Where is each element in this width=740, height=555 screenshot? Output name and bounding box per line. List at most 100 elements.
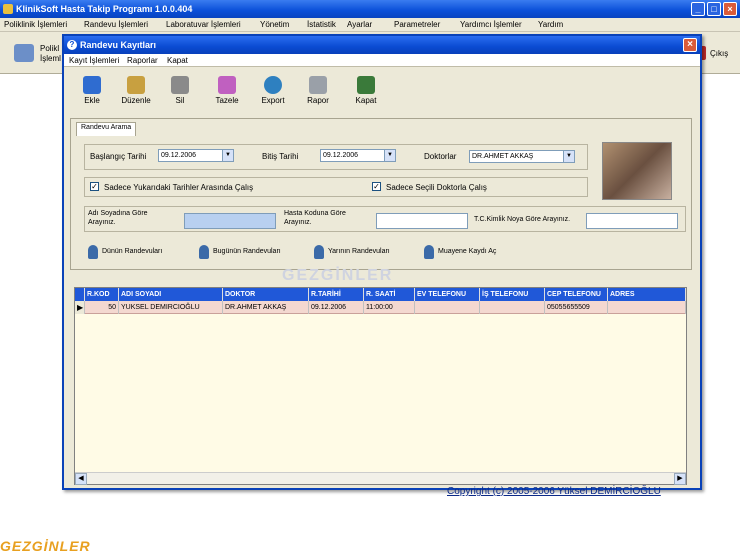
menu-raporlar[interactable]: Raporlar [127,56,158,65]
row-pointer-icon: ▶ [75,301,85,314]
col-doktor[interactable]: DOKTOR [223,288,309,301]
cell-rtarihi: 09.12.2006 [309,301,364,314]
refresh-icon [218,76,236,94]
menu-laboratuvar[interactable]: Laboratuvar İşlemleri [166,20,241,29]
cell-rkod: 50 [85,301,119,314]
name-search-input[interactable] [184,213,276,229]
person-icon [424,245,434,259]
start-date-label: Başlangıç Tarihi [90,152,147,161]
col-rtarihi[interactable]: R.TARİHİ [309,288,364,301]
toolbar-poliklinik-label-2[interactable]: İşleml [40,54,61,63]
toolbar-tazele-button[interactable]: Tazele [207,76,247,105]
close-button[interactable]: × [723,2,737,16]
cell-adi-soyadi: YUKSEL DEMIRCIOĞLU [119,301,223,314]
patient-code-input[interactable] [376,213,468,229]
yesterday-appointments-label: Dünün Randevuları [102,248,163,255]
tc-search-input[interactable] [586,213,678,229]
cell-rsaati: 11:00:00 [364,301,415,314]
chevron-down-icon: ▼ [563,151,574,162]
menu-kapat[interactable]: Kapat [167,56,188,65]
doctors-label: Doktorlar [424,152,457,161]
col-rkod[interactable]: R.KOD [85,288,119,301]
end-date-field[interactable]: 09.12.2006 ▼ [320,149,396,162]
toolbar-kapat-label: Kapat [355,96,377,105]
person-icon [199,245,209,259]
row-indicator-header [75,288,85,301]
menu-poliklinik[interactable]: Poliklinik İşlemleri [4,20,67,29]
dates-only-label: Sadece Yukarıdaki Tarihler Arasında Çalı… [104,183,254,192]
toolbar-export-button[interactable]: Export [253,76,293,105]
col-rsaati[interactable]: R. SAATİ [364,288,415,301]
search-name-label: Adı Soyadına Göre [88,210,148,217]
cell-ev-telefonu [415,301,480,314]
dialog-close-button[interactable]: × [683,38,697,52]
watermark-center: GEZGİNLER [282,267,394,284]
cell-doktor: DR.AHMET AKKAŞ [223,301,309,314]
col-cep-telefonu[interactable]: CEP TELEFONU [545,288,608,301]
menu-ayarlar[interactable]: Ayarlar [347,20,372,29]
toolbar-sil-button[interactable]: Sil [160,76,200,105]
toolbar-export-label: Export [261,96,285,105]
toolbar-duzenle-label: Düzenle [121,96,151,105]
exit-button[interactable]: Çıkış [710,49,728,58]
search-name-label-2: Arayınız. [88,219,116,226]
app-logo-icon [3,4,13,14]
cell-is-telefonu [480,301,545,314]
scroll-right-icon[interactable]: ▶ [674,473,686,485]
toolbar-ekle-label: Ekle [84,96,100,105]
end-date-label: Bitiş Tarihi [262,152,299,161]
app-menu-bar: Poliklinik İşlemleri Randevu İşlemleri L… [0,18,740,32]
scroll-left-icon[interactable]: ◀ [75,473,87,485]
doctor-only-checkbox[interactable]: ✓ [372,182,381,191]
doctor-only-label: Sadece Seçili Doktorla Çalış [386,183,487,192]
cell-adres [608,301,686,314]
dates-only-checkbox[interactable]: ✓ [90,182,99,191]
table-row[interactable]: ▶ 50 YUKSEL DEMIRCIOĞLU DR.AHMET AKKAŞ 0… [75,301,686,314]
toolbar-poliklinik-label[interactable]: Polikl [40,44,59,53]
toolbar-duzenle-button[interactable]: Düzenle [116,76,156,105]
app-title-bar: KlinikSoft Hasta Takip Programı 1.0.0.40… [0,0,740,18]
col-is-telefonu[interactable]: İŞ TELEFONU [480,288,545,301]
menu-yonetim[interactable]: Yönetim [260,20,289,29]
search-code-label: Hasta Koduna Göre [284,210,346,217]
col-adres[interactable]: ADRES [608,288,686,301]
chevron-down-icon: ▼ [384,150,395,161]
menu-randevu[interactable]: Randevu İşlemleri [84,20,148,29]
horizontal-scrollbar[interactable]: ◀ ▶ [75,472,686,485]
tomorrow-appointments-label: Yarının Randevuları [328,248,390,255]
person-icon [314,245,324,259]
doctor-value: DR.AHMET AKKAŞ [472,153,534,160]
watermark-logo: GEZGİNLER [0,538,91,554]
grid-header: R.KOD ADI SOYADI DOKTOR R.TARİHİ R. SAAT… [75,288,686,301]
dialog-title: Randevu Kayıtları [80,40,157,50]
end-date-value: 09.12.2006 [323,152,359,159]
menu-istatistik[interactable]: İstatistik [307,20,336,29]
menu-yardim[interactable]: Yardım [538,20,563,29]
toolbar-rapor-label: Rapor [307,96,329,105]
maximize-button[interactable]: □ [707,2,721,16]
copyright-link[interactable]: Copyright (c) 2005-2006 Yüksel DEMİRCİOĞ… [447,486,661,497]
exit-icon [357,76,375,94]
start-date-field[interactable]: 09.12.2006 ▼ [158,149,234,162]
appointments-grid: R.KOD ADI SOYADI DOKTOR R.TARİHİ R. SAAT… [74,287,687,485]
toolbar-rapor-button[interactable]: Rapor [298,76,338,105]
minimize-button[interactable]: _ [691,2,705,16]
today-appointments-label: Bugünün Randevuları [213,248,281,255]
toolbar-kapat-button[interactable]: Kapat [346,76,386,105]
menu-yardimci[interactable]: Yardımcı İşlemler [460,20,522,29]
chevron-down-icon: ▼ [222,150,233,161]
col-ev-telefonu[interactable]: EV TELEFONU [415,288,480,301]
doctor-select[interactable]: DR.AHMET AKKAŞ ▼ [469,150,575,163]
menu-kayit-islemleri[interactable]: Kayıt İşlemleri [69,56,119,65]
add-icon [83,76,101,94]
cell-cep-telefonu: 05055655509 [545,301,608,314]
search-code-label-2: Arayınız. [284,219,312,226]
tab-randevu-arama[interactable]: Randevu Arama [76,122,137,136]
dialog-title-bar: ? Randevu Kayıtları × [64,36,700,54]
app-title: KlinikSoft Hasta Takip Programı 1.0.0.40… [16,4,193,14]
dialog-menu-bar: Kayıt İşlemleri Raporlar Kapat [64,54,700,67]
menu-parametreler[interactable]: Parametreler [394,20,440,29]
col-adi-soyadi[interactable]: ADI SOYADI [119,288,223,301]
toolbar-ekle-button[interactable]: Ekle [72,76,112,105]
patient-photo [602,142,672,200]
